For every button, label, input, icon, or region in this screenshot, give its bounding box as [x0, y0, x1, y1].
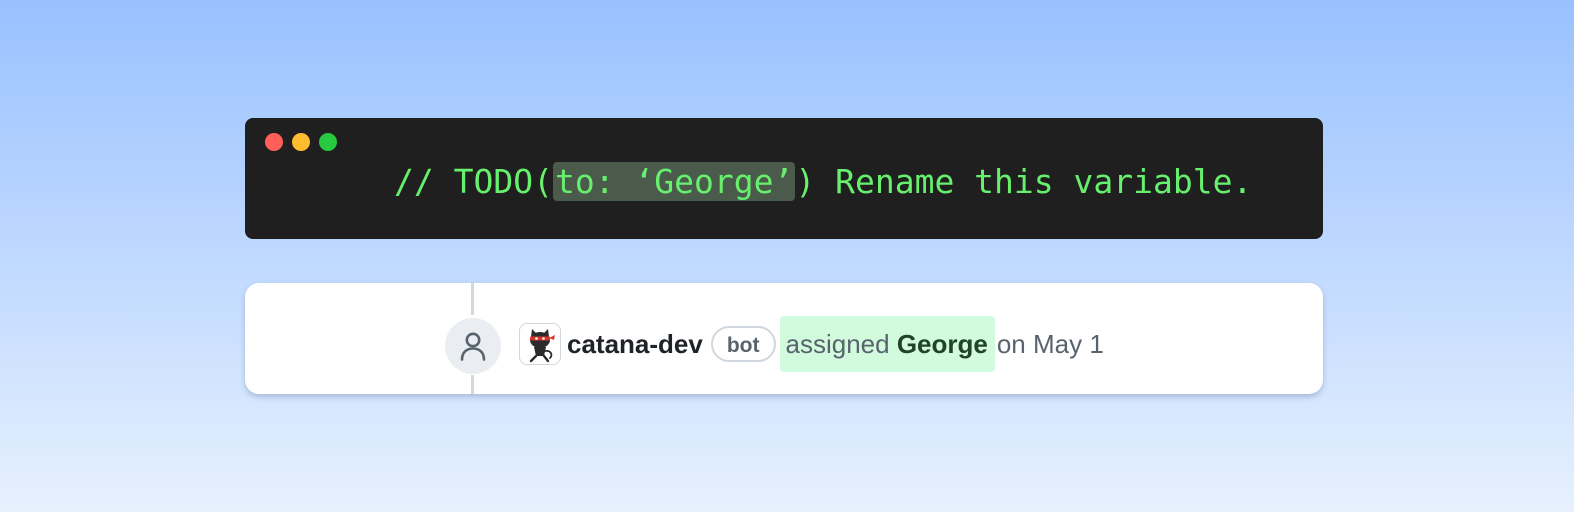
- action-text: assigned: [785, 329, 890, 359]
- assignee-link[interactable]: George: [897, 329, 988, 359]
- code-prefix: // TODO(: [394, 162, 553, 201]
- close-window-button[interactable]: [265, 133, 283, 151]
- code-window: // TODO(to: ‘George’) Rename this variab…: [245, 118, 1323, 239]
- assignment-highlight: assigned George: [779, 316, 995, 372]
- timeline-connector-bottom: [471, 375, 474, 394]
- actor-avatar[interactable]: [519, 323, 561, 365]
- bot-label: bot: [710, 326, 776, 362]
- code-suffix: ) Rename this variable.: [795, 162, 1253, 201]
- window-controls: [265, 133, 337, 151]
- ninja-cat-avatar-icon: [529, 329, 555, 363]
- zoom-window-button[interactable]: [319, 133, 337, 151]
- code-highlight: to: ‘George’: [552, 162, 796, 201]
- timeline-card: catana-dev bot assigned George on May 1: [245, 283, 1323, 394]
- minimize-window-button[interactable]: [292, 133, 310, 151]
- timeline-event-row: catana-dev bot assigned George on May 1: [519, 316, 1104, 372]
- person-icon: [460, 332, 486, 361]
- code-comment-line: // TODO(to: ‘George’) Rename this variab…: [394, 154, 1252, 210]
- timeline-connector-top: [471, 283, 474, 315]
- event-date[interactable]: on May 1: [997, 329, 1104, 360]
- timeline-event-badge: [445, 318, 501, 374]
- actor-name-link[interactable]: catana-dev: [567, 329, 703, 360]
